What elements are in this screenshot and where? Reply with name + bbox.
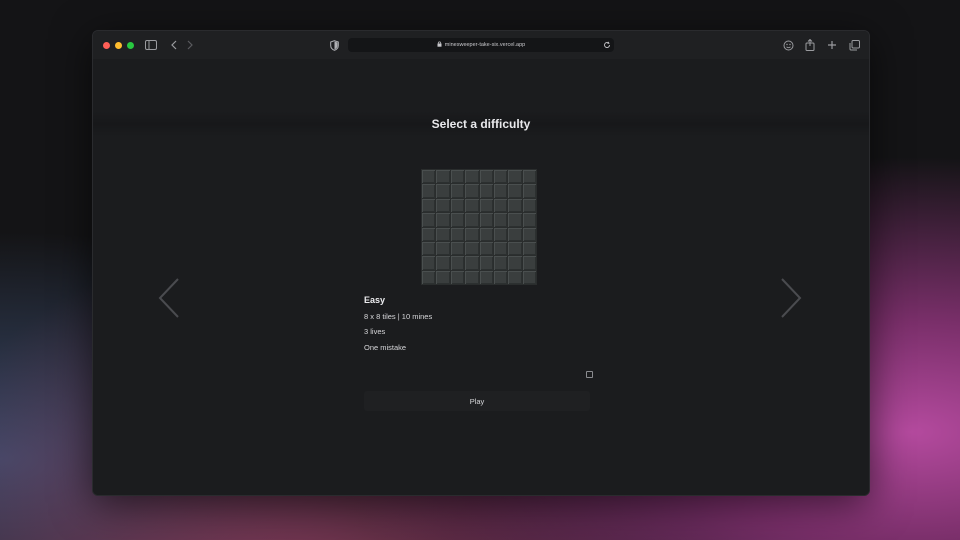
browser-window: minesweeper-take-six.vercel.app Select a… <box>92 30 870 496</box>
forward-icon[interactable] <box>183 38 197 52</box>
grid-tile <box>479 213 493 227</box>
page-content: Select a difficulty Easy 8 x 8 tiles | 1… <box>93 59 869 495</box>
grid-tile <box>508 184 522 198</box>
grid-tile <box>465 213 479 227</box>
zoom-button[interactable] <box>127 41 134 49</box>
grid-tile <box>465 184 479 198</box>
grid-tile <box>450 270 465 284</box>
grid-tile <box>422 227 436 241</box>
grid-tile <box>493 198 508 213</box>
reload-icon[interactable] <box>600 38 614 52</box>
minimize-button[interactable] <box>115 41 122 49</box>
grid-tile <box>436 213 450 227</box>
lock-icon <box>437 41 442 49</box>
grid-tile <box>422 170 436 184</box>
sidebar-icon[interactable] <box>144 38 158 52</box>
difficulty-size: 8 x 8 tiles | 10 mines <box>364 312 433 321</box>
grid-tile <box>450 213 465 227</box>
difficulty-lives: 3 lives <box>364 327 386 336</box>
grid-tile <box>450 256 465 270</box>
grid-tile <box>508 256 522 270</box>
grid-tile <box>422 198 436 213</box>
grid-tile <box>465 227 479 241</box>
grid-tile <box>436 198 450 213</box>
grid-tile <box>450 227 465 241</box>
grid-tile <box>450 184 465 198</box>
grid-tile <box>479 227 493 241</box>
grid-tile <box>493 256 508 270</box>
grid-tile <box>508 198 522 213</box>
grid-tile <box>450 198 465 213</box>
grid-tile <box>450 241 465 256</box>
page-title: Select a difficulty <box>431 117 531 131</box>
grid-tile <box>422 241 436 256</box>
grid-tile <box>465 170 479 184</box>
grid-tile <box>493 170 508 184</box>
one-mistake-checkbox[interactable] <box>586 371 593 378</box>
grid-tile <box>479 256 493 270</box>
grid-tile <box>422 184 436 198</box>
grid-tile <box>436 170 450 184</box>
grid-tile <box>465 270 479 284</box>
grid-tile <box>479 170 493 184</box>
next-arrow-icon[interactable] <box>777 277 803 319</box>
grid-tile <box>522 170 536 184</box>
grid-tile <box>493 241 508 256</box>
grid-tile <box>493 227 508 241</box>
new-tab-icon[interactable] <box>825 38 839 52</box>
grid-tile <box>422 256 436 270</box>
grid-tile <box>450 170 465 184</box>
grid-tile <box>436 256 450 270</box>
grid-tile <box>508 170 522 184</box>
grid-tile <box>422 270 436 284</box>
play-button[interactable]: Play <box>364 391 590 411</box>
traffic-lights <box>103 41 134 49</box>
grid-tile <box>522 270 536 284</box>
grid-tile <box>508 270 522 284</box>
previous-arrow-icon[interactable] <box>157 277 183 319</box>
grid-tile <box>465 241 479 256</box>
grid-tile <box>422 213 436 227</box>
grid-tile <box>436 184 450 198</box>
grid-tile <box>522 213 536 227</box>
title-band: Select a difficulty <box>93 111 869 137</box>
grid-tile <box>522 241 536 256</box>
one-mistake-label: One mistake <box>364 343 407 352</box>
grid-tile <box>436 241 450 256</box>
browser-toolbar: minesweeper-take-six.vercel.app <box>93 31 869 59</box>
grid-tile <box>436 270 450 284</box>
grid-tile <box>493 213 508 227</box>
grid-tile <box>479 241 493 256</box>
grid-tile <box>508 241 522 256</box>
grid-tile <box>465 256 479 270</box>
back-icon[interactable] <box>167 38 181 52</box>
grid-tile <box>508 227 522 241</box>
extension-icon[interactable] <box>781 38 795 52</box>
share-icon[interactable] <box>803 38 817 52</box>
shield-icon[interactable] <box>327 38 341 52</box>
grid-tile <box>508 213 522 227</box>
grid-tile <box>465 198 479 213</box>
grid-tile <box>522 184 536 198</box>
url-text: minesweeper-take-six.vercel.app <box>444 42 526 48</box>
grid-tile <box>493 184 508 198</box>
grid-tile <box>436 227 450 241</box>
difficulty-name: Easy <box>364 295 386 305</box>
grid-tile <box>493 270 508 284</box>
grid-tile <box>522 227 536 241</box>
close-button[interactable] <box>103 41 110 49</box>
grid-tile <box>522 256 536 270</box>
minesweeper-preview-grid <box>421 169 537 285</box>
grid-tile <box>522 198 536 213</box>
address-bar[interactable]: minesweeper-take-six.vercel.app <box>348 38 614 52</box>
grid-tile <box>479 198 493 213</box>
grid-tile <box>479 184 493 198</box>
tabs-icon[interactable] <box>847 38 861 52</box>
grid-tile <box>479 270 493 284</box>
